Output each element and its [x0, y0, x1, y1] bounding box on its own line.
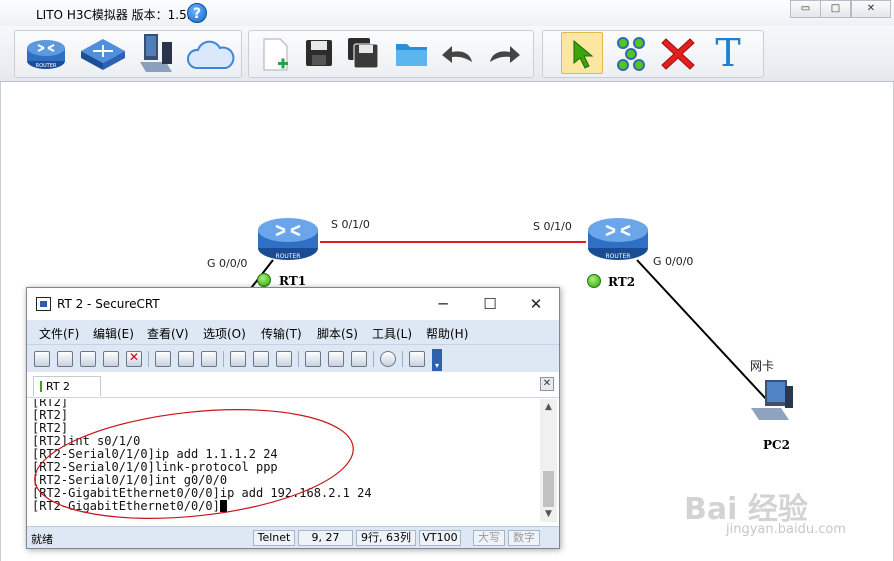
rt1-status-dot — [257, 273, 271, 287]
securecrt-toolbar: ▾ — [27, 344, 559, 372]
securecrt-titlebar[interactable]: RT 2 - SecureCRT ─ ☐ ✕ — [27, 288, 559, 320]
new-file-icon[interactable] — [260, 36, 292, 74]
status-ready: 就绪 — [31, 533, 53, 546]
session-options-icon[interactable] — [305, 351, 321, 367]
close-button[interactable]: ✕ — [851, 0, 891, 18]
crt-minimize-button[interactable]: ─ — [433, 294, 453, 314]
rt1-name: RT1 — [279, 274, 307, 288]
tab-rt2-label: RT 2 — [46, 380, 71, 393]
toolbar-separator — [148, 351, 149, 367]
help-icon[interactable] — [380, 351, 396, 367]
menu-help[interactable]: 帮助(H) — [426, 325, 468, 342]
maximize-button[interactable]: □ — [820, 0, 851, 18]
highlight-ellipse — [34, 409, 354, 519]
svg-text:ROUTER: ROUTER — [276, 253, 301, 260]
screen-icon[interactable] — [409, 351, 425, 367]
tab-close-icon[interactable]: ✕ — [540, 377, 554, 391]
svg-text:ROUTER: ROUTER — [36, 63, 57, 69]
pc2-icon[interactable] — [747, 378, 795, 424]
status-caps: 大写 — [473, 530, 505, 546]
terminal-scrollbar[interactable]: ▲ ▼ — [540, 399, 557, 522]
rt2-name: RT2 — [608, 275, 636, 289]
copy-icon[interactable] — [155, 351, 171, 367]
select-pointer-icon — [573, 39, 594, 69]
toolbar-separator — [402, 351, 403, 367]
rt1-iface-g000: G 0/0/0 — [207, 257, 248, 270]
status-protocol: Telnet — [253, 530, 295, 546]
help-icon[interactable]: ? — [187, 3, 207, 23]
reconnect-icon[interactable] — [103, 351, 119, 367]
securecrt-app-icon — [36, 297, 51, 311]
securecrt-window[interactable]: RT 2 - SecureCRT ─ ☐ ✕ 文件(F) 编辑(E) 查看(V)… — [26, 287, 560, 549]
find-icon[interactable] — [201, 351, 217, 367]
status-position: 9, 27 — [298, 530, 353, 546]
scroll-up-icon[interactable]: ▲ — [540, 399, 557, 415]
tab-rt2[interactable]: RT 2 — [33, 376, 101, 396]
connect-tab-icon[interactable] — [80, 351, 96, 367]
status-num: 数字 — [508, 530, 540, 546]
securecrt-statusbar: 就绪 Telnet 9, 27 9行, 63列 VT100 大写 数字 — [27, 526, 559, 548]
open-folder-icon[interactable] — [394, 38, 430, 68]
securecrt-menubar: 文件(F) 编辑(E) 查看(V) 选项(O) 传输(T) 脚本(S) 工具(L… — [27, 320, 559, 344]
undo-icon[interactable] — [440, 42, 476, 66]
rt2-status-dot — [587, 274, 601, 288]
delete-icon[interactable] — [660, 36, 696, 72]
scroll-thumb[interactable] — [543, 471, 554, 507]
pc2-iface: 网卡 — [750, 359, 775, 373]
rt2-iface-g000: G 0/0/0 — [653, 255, 694, 268]
rt2-iface-s010: S 0/1/0 — [533, 220, 572, 233]
pc-icon[interactable] — [136, 32, 176, 76]
menu-edit[interactable]: 编辑(E) — [93, 325, 134, 342]
toolbar-separator — [298, 351, 299, 367]
print-icon[interactable] — [276, 351, 292, 367]
session-tabbar: RT 2 ✕ — [27, 372, 559, 398]
status-rows-cols: 9行, 63列 — [356, 530, 416, 546]
disconnect-icon[interactable] — [126, 350, 142, 367]
terminal-screen[interactable]: [RT2] [RT2] [RT2] [RT2]int s0/1/0 [RT2-S… — [32, 399, 540, 522]
print-setup-icon[interactable] — [230, 351, 246, 367]
menu-script[interactable]: 脚本(S) — [317, 325, 358, 342]
paste-icon[interactable] — [178, 351, 194, 367]
app-title: LITO H3C模拟器 版本：1.5.2 — [36, 8, 199, 22]
save-as-icon[interactable] — [346, 36, 380, 70]
rt1-iface-s010: S 0/1/0 — [331, 218, 370, 231]
global-options-icon[interactable] — [328, 351, 344, 367]
router-icon[interactable]: ROUTER — [24, 34, 68, 74]
cloud-icon[interactable] — [184, 38, 236, 72]
switch-icon[interactable] — [78, 34, 128, 74]
svg-text:ROUTER: ROUTER — [606, 253, 631, 260]
securecrt-title: RT 2 - SecureCRT — [57, 297, 160, 311]
keymap-icon[interactable] — [351, 351, 367, 367]
app-titlebar: LITO H3C模拟器 版本：1.5.2 ? ▭ □ ✕ — [0, 0, 894, 26]
save-icon[interactable] — [304, 38, 334, 68]
router-rt2-icon[interactable]: ROUTER — [586, 216, 650, 262]
crt-maximize-button[interactable]: ☐ — [480, 294, 500, 314]
menu-options[interactable]: 选项(O) — [203, 325, 246, 342]
menu-transfer[interactable]: 传输(T) — [261, 325, 302, 342]
select-tool-button[interactable] — [561, 32, 603, 74]
toolbar-separator — [373, 351, 374, 367]
redo-icon[interactable] — [486, 42, 522, 66]
toolbar-separator — [223, 351, 224, 367]
main-toolbar: ROUTER T — [0, 26, 894, 82]
quick-connect-icon[interactable] — [57, 351, 73, 367]
status-terminal: VT100 — [419, 530, 461, 546]
scroll-down-icon[interactable]: ▼ — [540, 506, 557, 522]
menu-file[interactable]: 文件(F) — [39, 325, 79, 342]
text-icon[interactable]: T — [710, 32, 746, 74]
minimize-button[interactable]: ▭ — [790, 0, 821, 18]
router-rt1-icon[interactable]: ROUTER — [256, 216, 320, 262]
toolbar-overflow-icon[interactable]: ▾ — [432, 349, 442, 371]
menu-view[interactable]: 查看(V) — [147, 325, 189, 342]
crt-close-button[interactable]: ✕ — [526, 294, 546, 314]
pc2-name: PC2 — [763, 438, 790, 452]
tab-status-bar — [40, 381, 42, 392]
connect-icon[interactable] — [34, 351, 50, 367]
watermark-url: jingyan.baidu.com — [726, 522, 846, 537]
menu-tools[interactable]: 工具(L) — [372, 325, 412, 342]
print-preview-icon[interactable] — [253, 351, 269, 367]
connect-icon[interactable] — [614, 36, 648, 72]
